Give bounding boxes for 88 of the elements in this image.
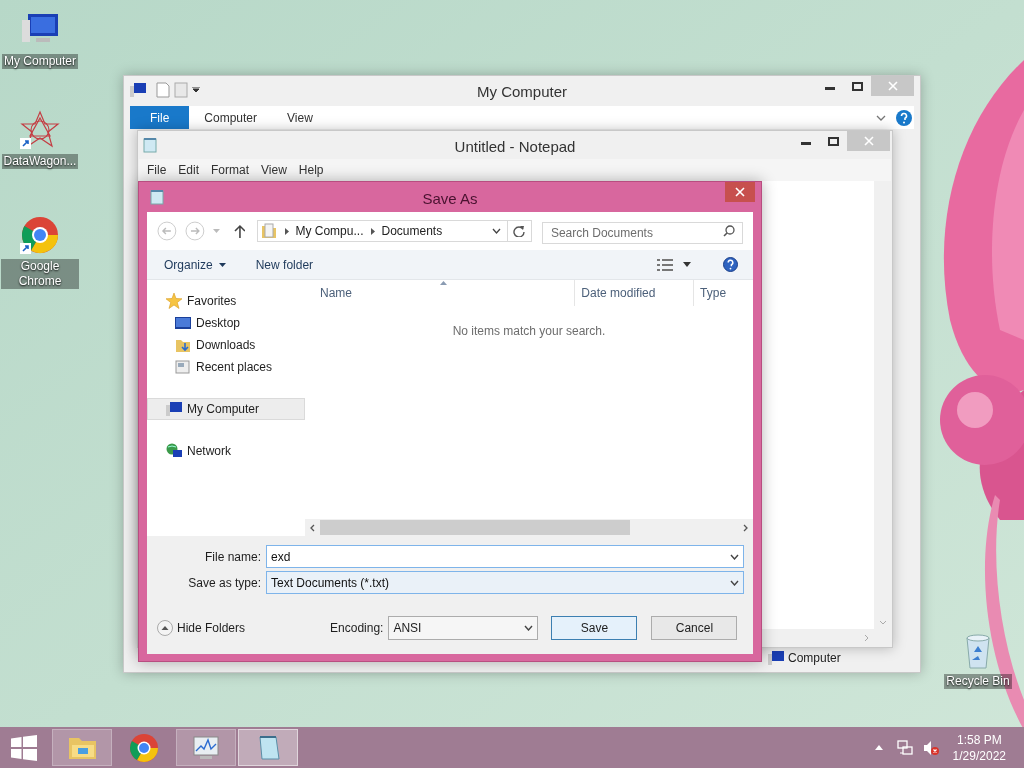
field-label: Save as type:	[187, 574, 262, 592]
network-icon[interactable]	[896, 739, 913, 756]
close-icon	[887, 81, 898, 91]
caret-icon	[218, 262, 226, 267]
chevron-down-icon	[524, 625, 534, 631]
computer-icon[interactable]	[768, 651, 784, 665]
cancel-button[interactable]: Cancel	[651, 616, 738, 640]
close-icon	[863, 136, 874, 146]
ribbon-tab[interactable]: View	[272, 106, 328, 129]
ribbon-tab[interactable]: Computer	[189, 106, 273, 129]
hide-folders-button[interactable]: Hide Folders	[157, 619, 246, 637]
desktop-icon	[175, 315, 191, 331]
computer-icon	[166, 401, 182, 417]
organize-button[interactable]: Organize	[164, 255, 226, 274]
maximize-icon[interactable]	[852, 82, 863, 91]
dialog-title: Save As	[422, 189, 478, 209]
scrollbar[interactable]	[305, 519, 753, 536]
volume-muted-icon[interactable]	[922, 739, 939, 756]
computer-icon[interactable]	[130, 83, 146, 97]
up-arrow-icon[interactable]	[233, 224, 246, 238]
breadcrumb-item[interactable]: Documents	[381, 222, 443, 240]
address-bar[interactable]: My Compu... Documents	[257, 220, 532, 242]
menu-item[interactable]: File	[141, 161, 173, 179]
window-title: My Computer	[477, 82, 567, 102]
refresh-icon	[513, 225, 526, 237]
chevron-down-icon[interactable]	[876, 114, 886, 121]
file-name-field[interactable]: exd	[266, 545, 744, 568]
menu-item[interactable]: Edit	[172, 161, 206, 179]
chevron-right-icon[interactable]	[743, 523, 748, 532]
chrome-icon[interactable]	[20, 215, 60, 255]
close-icon	[735, 187, 745, 197]
field-label: Encoding:	[330, 620, 384, 637]
nav-item[interactable]: Computer	[788, 649, 841, 667]
star-icon	[166, 293, 182, 309]
help-icon[interactable]	[896, 109, 912, 126]
breadcrumb-item[interactable]: My Compu...	[295, 222, 364, 240]
new-folder-button[interactable]: New folder	[255, 255, 314, 274]
field-label: File name:	[203, 548, 262, 566]
nav-item[interactable]: Favorites	[147, 290, 305, 312]
nav-item[interactable]: Desktop	[147, 312, 305, 334]
help-icon[interactable]	[723, 257, 738, 272]
icon-label[interactable]: My Computer	[2, 54, 78, 69]
windows-logo-icon	[11, 734, 37, 761]
menu-item[interactable]: Format	[205, 161, 256, 179]
notepad-icon[interactable]	[150, 189, 164, 205]
clock-time[interactable]: 1:58 PM	[956, 731, 1002, 748]
scrollbar[interactable]	[874, 181, 891, 629]
caret-icon[interactable]	[683, 262, 691, 267]
empty-message: No items match your search.	[451, 323, 607, 340]
dropdown-icon[interactable]	[192, 87, 200, 93]
encoding-dropdown[interactable]: ANSI	[388, 616, 539, 640]
column-header[interactable]: Type	[693, 280, 753, 306]
nav-item[interactable]: Network	[147, 440, 305, 462]
collapse-icon	[157, 620, 173, 636]
nav-item[interactable]: Downloads	[147, 334, 305, 356]
save-button[interactable]: Save	[551, 616, 638, 640]
close-button[interactable]	[725, 182, 755, 202]
chevron-down-icon	[730, 579, 739, 586]
search-icon[interactable]	[723, 225, 735, 237]
window-title: Untitled - Notepad	[454, 137, 576, 157]
search-field[interactable]: Search Documents	[541, 222, 743, 244]
menu-item[interactable]: Help	[292, 161, 330, 179]
clock-date[interactable]: 1/29/2022	[952, 747, 1006, 764]
chevron-left-icon[interactable]	[310, 523, 315, 532]
taskbar-button[interactable]	[176, 729, 236, 766]
chevron-right-icon[interactable]	[371, 227, 376, 235]
document-icon[interactable]	[156, 82, 170, 98]
maximize-icon[interactable]	[828, 137, 839, 146]
scrollbar-thumb[interactable]	[320, 520, 630, 535]
notepad-icon[interactable]	[143, 137, 157, 153]
nav-item[interactable]: My Computer	[147, 398, 305, 420]
folder-icon[interactable]	[261, 223, 278, 239]
menu-item[interactable]: View	[255, 161, 293, 179]
taskbar-button[interactable]	[52, 729, 112, 766]
chevron-down-icon	[730, 553, 739, 560]
save-type-dropdown[interactable]: Text Documents (*.txt)	[266, 571, 744, 594]
nav-item[interactable]: Recent places	[147, 356, 305, 378]
taskbar-button[interactable]	[238, 729, 298, 766]
chrome-icon	[128, 731, 160, 764]
network-icon	[166, 443, 182, 459]
column-header[interactable]: Date modified	[574, 280, 694, 306]
caret-up-icon[interactable]	[874, 745, 883, 750]
chevron-down-icon[interactable]	[491, 228, 501, 234]
ribbon-tab[interactable]: File	[130, 106, 190, 129]
downloads-icon	[175, 337, 191, 353]
column-header[interactable]: Name	[305, 280, 575, 306]
view-list-icon[interactable]	[657, 258, 673, 271]
chevron-right-icon[interactable]	[285, 227, 290, 235]
